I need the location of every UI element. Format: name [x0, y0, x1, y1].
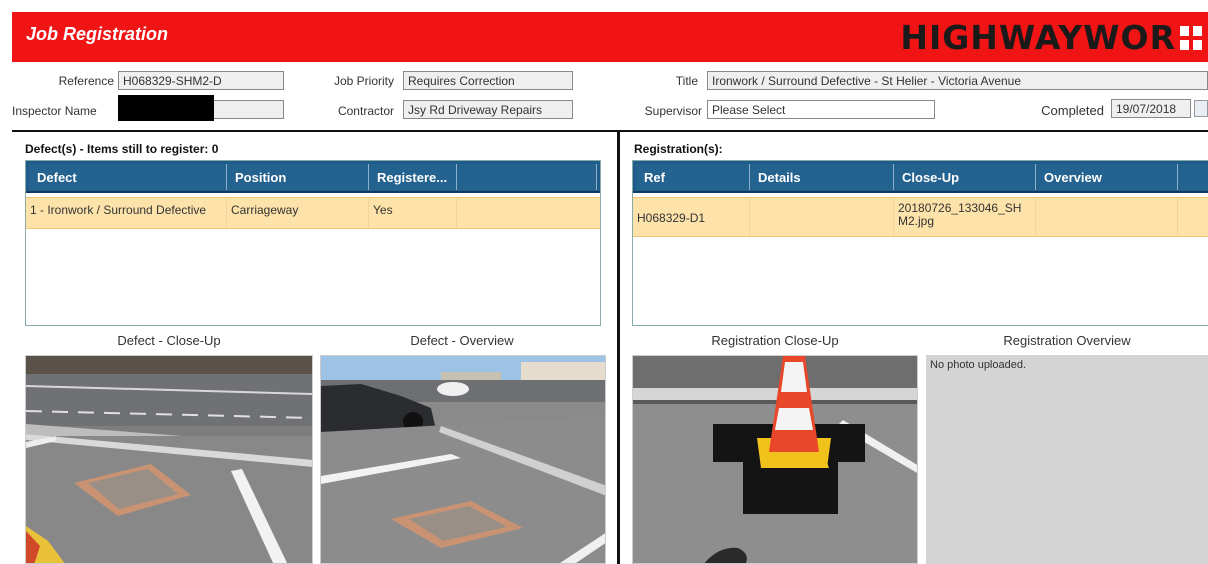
column-header-position[interactable]: Position [227, 164, 369, 190]
contractor-field[interactable]: Jsy Rd Driveway Repairs [403, 100, 573, 119]
defect-closeup-photo[interactable] [25, 355, 313, 564]
defects-section-title: Defect(s) - Items still to register: 0 [25, 142, 219, 156]
column-header-ref[interactable]: Ref [636, 164, 750, 190]
page-title: Job Registration [26, 24, 169, 44]
completed-date-field[interactable]: 19/07/2018 [1111, 99, 1191, 118]
defect-closeup-image [26, 356, 312, 563]
registrations-section-title: Registration(s): [634, 142, 723, 156]
overview-cell [1036, 198, 1178, 236]
column-header-defect[interactable]: Defect [29, 164, 227, 190]
defects-grid: Defect Position Registere... 1 - Ironwor… [25, 160, 601, 326]
registration-closeup-image [633, 356, 917, 563]
inspector-name-label: Inspector Name [12, 104, 97, 118]
calendar-icon[interactable] [1194, 100, 1208, 117]
supervisor-select[interactable]: Please Select [707, 100, 935, 119]
panel-divider [617, 132, 620, 564]
closeup-cell[interactable]: 20180726_133046_SHM2.jpg [894, 198, 1036, 236]
brand-mark-icon [1180, 26, 1202, 50]
column-header-closeup[interactable]: Close-Up [894, 164, 1036, 190]
completed-label: Completed [1041, 103, 1104, 118]
defects-grid-header: Defect Position Registere... [26, 161, 600, 193]
contractor-label: Contractor [337, 104, 394, 118]
reference-label: Reference [58, 74, 114, 88]
column-header-blank [457, 164, 597, 190]
supervisor-label: Supervisor [644, 104, 702, 118]
title-label: Title [675, 74, 698, 88]
redaction-box [118, 95, 214, 121]
registration-overview-photo[interactable]: No photo uploaded. [926, 355, 1208, 564]
table-row[interactable]: 1 - Ironwork / Surround Defective Carria… [26, 197, 600, 229]
brand-logo: HIGHWAYWOR [900, 18, 1204, 57]
defect-overview-photo[interactable] [320, 355, 606, 564]
column-header-overview[interactable]: Overview [1036, 164, 1178, 190]
no-photo-message: No photo uploaded. [930, 359, 1027, 371]
form-divider [12, 130, 1208, 132]
registered-cell: Yes [369, 198, 457, 228]
registrations-grid: Ref Details Close-Up Overview H068329-D1… [632, 160, 1208, 326]
job-priority-field[interactable]: Requires Correction [403, 71, 573, 90]
column-header-blank [1178, 164, 1208, 190]
reference-field[interactable]: H068329-SHM2-D [118, 71, 284, 90]
brand-name: HIGHWAYWOR [900, 18, 1176, 57]
defect-overview-image [321, 356, 605, 563]
column-header-details[interactable]: Details [750, 164, 894, 190]
defect-overview-caption: Defect - Overview [410, 333, 514, 348]
job-priority-label: Job Priority [333, 74, 394, 88]
details-cell [750, 198, 894, 236]
registration-closeup-caption: Registration Close-Up [711, 333, 839, 348]
ref-cell: H068329-D1 [633, 198, 750, 236]
table-row[interactable]: H068329-D1 20180726_133046_SHM2.jpg [633, 197, 1208, 237]
registration-overview-caption: Registration Overview [1003, 333, 1131, 348]
column-header-registered[interactable]: Registere... [369, 164, 457, 190]
registrations-grid-header: Ref Details Close-Up Overview [633, 161, 1208, 193]
defect-closeup-caption: Defect - Close-Up [117, 333, 221, 348]
defect-cell: 1 - Ironwork / Surround Defective [26, 198, 227, 228]
title-bar: Job Registration HIGHWAYWOR [12, 12, 1208, 62]
registration-closeup-photo[interactable] [632, 355, 918, 564]
title-field[interactable]: Ironwork / Surround Defective - St Helie… [707, 71, 1208, 90]
position-cell: Carriageway [227, 198, 369, 228]
